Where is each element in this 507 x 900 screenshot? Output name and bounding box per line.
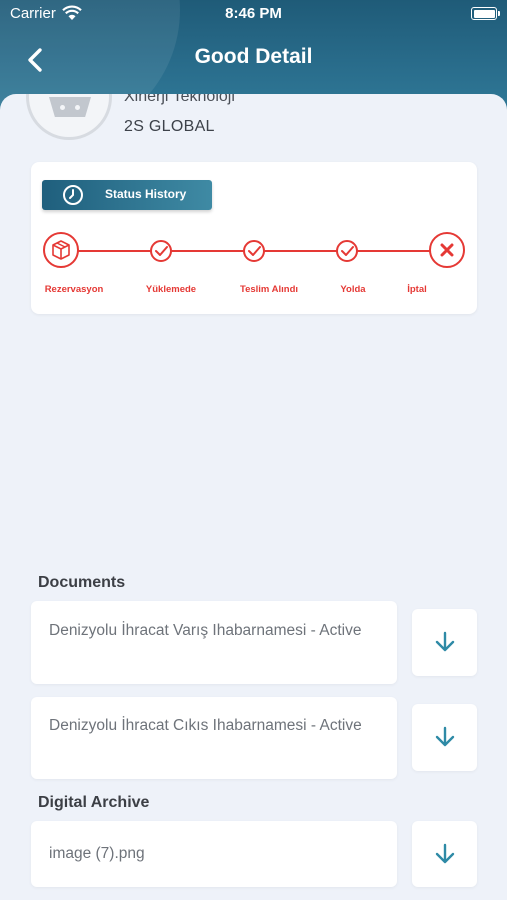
download-button[interactable] [412,609,477,676]
document-name: Denizyolu İhracat Varış Ihabarnamesi - A… [49,622,362,639]
document-name: Denizyolu İhracat Cıkıs Ihabarnamesi - A… [49,717,362,734]
status-history-card: Status History Rezervasyon Yüklemede Tes… [31,162,477,314]
battery-icon [471,7,500,20]
check-icon [155,246,168,256]
step-yuklemede [141,230,181,270]
content-sheet: Xinerji Teknoloji 2S GLOBAL Status Histo… [0,94,507,900]
archive-file-name: image (7).png [49,845,145,862]
page-title: Good Detail [194,45,313,68]
step-iptal [427,230,467,270]
step-yolda [327,230,367,270]
step-rezervasyon [41,230,81,270]
download-arrow-icon [435,631,455,652]
documents-title: Documents [38,574,126,591]
step-label: İptal [407,284,427,295]
download-arrow-icon [435,843,455,864]
package-icon [52,240,70,260]
clock-time: 8:46 PM [225,5,282,22]
archive-item[interactable]: image (7).png [31,821,397,887]
check-icon [341,246,354,256]
status-bar: Carrier 8:46 PM [0,0,507,28]
step-teslim-alindi [234,230,274,270]
status-history-label: Status History [105,187,187,201]
step-label: Rezervasyon [44,284,104,295]
company-subtitle: 2S GLOBAL [124,118,215,135]
x-icon [440,243,454,257]
clock-icon [63,185,83,205]
company-logo [26,94,112,140]
download-button[interactable] [412,821,477,887]
status-history-button[interactable]: Status History [42,180,212,210]
step-label: Yüklemede [145,284,197,295]
download-arrow-icon [435,726,455,747]
document-item[interactable]: Denizyolu İhracat Cıkıs Ihabarnamesi - A… [31,697,397,779]
status-timeline: Rezervasyon Yüklemede Teslim Alındı Yold… [31,230,477,300]
download-button[interactable] [412,704,477,771]
company-name: Xinerji Teknoloji [124,94,235,105]
company-header: Xinerji Teknoloji 2S GLOBAL [0,94,507,164]
step-label: Teslim Alındı [239,284,299,295]
truck-icon [49,97,91,117]
digital-archive-title: Digital Archive [38,794,150,811]
check-icon [248,246,261,256]
document-item[interactable]: Denizyolu İhracat Varış Ihabarnamesi - A… [31,601,397,684]
